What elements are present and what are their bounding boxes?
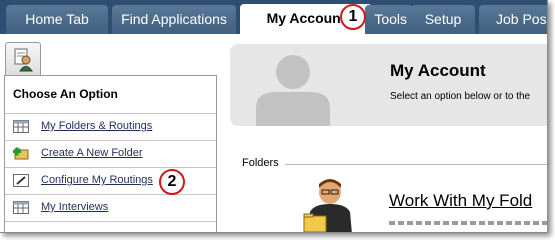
work-with-folders-link[interactable]: Work With My Fold xyxy=(389,191,532,211)
description-text xyxy=(389,221,547,225)
tab-tools[interactable]: Tools xyxy=(365,5,413,34)
add-folder-icon xyxy=(13,147,29,160)
folders-section-label: Folders xyxy=(242,157,279,169)
menu-item-label[interactable]: Configure My Routings xyxy=(41,174,153,186)
callout-2: 2 xyxy=(159,169,185,195)
top-nav: Home Tab Find Applications My Account To… xyxy=(0,0,547,34)
tab-setup[interactable]: Setup xyxy=(411,5,475,34)
user-silhouette-icon xyxy=(256,55,330,126)
menu-item-folders-routings[interactable]: My Folders & Routings xyxy=(5,114,216,141)
tab-home[interactable]: Home Tab xyxy=(6,5,108,34)
app-window: Home Tab Find Applications My Account To… xyxy=(0,0,548,233)
table-icon xyxy=(13,120,29,133)
callout-1: 1 xyxy=(340,4,366,30)
table-icon xyxy=(13,201,29,214)
tab-job-postings[interactable]: Job Pos xyxy=(479,5,547,34)
person-with-folder-icon xyxy=(303,179,352,232)
menu-item-label[interactable]: My Interviews xyxy=(41,201,108,213)
page-title: My Account xyxy=(390,61,486,80)
panel-heading: Choose An Option xyxy=(5,76,216,114)
menu-item-create-folder[interactable]: Create A New Folder xyxy=(5,141,216,168)
edit-icon xyxy=(13,174,29,187)
menu-item-label[interactable]: Create A New Folder xyxy=(41,147,143,159)
menu-item-interviews[interactable]: My Interviews xyxy=(5,195,216,222)
page-subtitle: Select an option below or to the xyxy=(390,91,531,102)
section-divider xyxy=(285,164,547,165)
options-panel: Choose An Option My Folders & Routings C… xyxy=(4,75,217,232)
account-icon-tab[interactable] xyxy=(5,42,41,75)
tab-find-applications[interactable]: Find Applications xyxy=(112,5,236,34)
user-document-icon xyxy=(14,48,33,72)
menu-item-label[interactable]: My Folders & Routings xyxy=(41,120,152,132)
